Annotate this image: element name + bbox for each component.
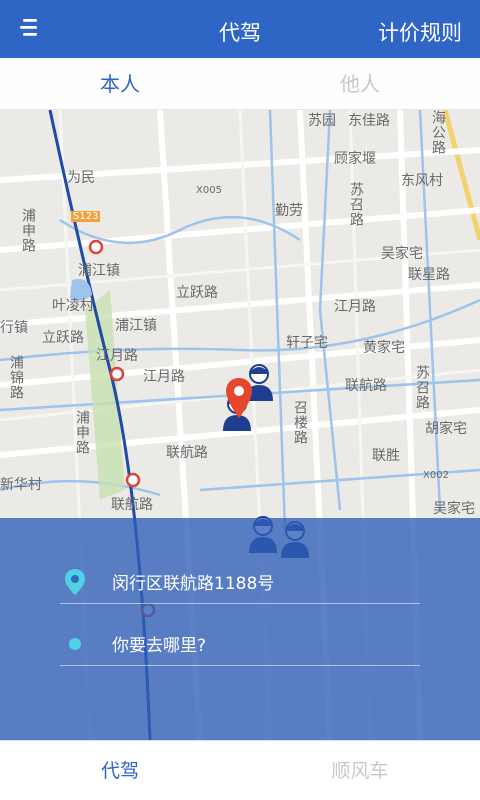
passenger-segment: 本人 他人	[0, 58, 480, 110]
tab-others[interactable]: 他人	[240, 58, 480, 109]
menu-button[interactable]	[14, 16, 50, 42]
pricing-rules-link[interactable]: 计价规则	[378, 17, 462, 47]
tab-carpool[interactable]: 顺风车	[240, 741, 480, 800]
origin-address: 闵行区联航路1188号	[112, 574, 275, 594]
origin-field[interactable]: 闵行区联航路1188号	[60, 558, 420, 604]
menu-icon	[20, 19, 37, 36]
destination-dot-icon	[69, 638, 81, 650]
tab-self[interactable]: 本人	[0, 58, 240, 109]
bottom-tab-bar: 代驾 顺风车	[0, 740, 480, 800]
destination-field[interactable]: 你要去哪里?	[60, 620, 420, 666]
address-panel: 闵行区联航路1188号 你要去哪里?	[0, 518, 480, 740]
origin-pin-icon	[65, 569, 85, 595]
app-header: 代驾 计价规则	[0, 0, 480, 58]
tab-designated-driver[interactable]: 代驾	[0, 741, 240, 800]
location-pin-icon	[226, 378, 252, 418]
destination-placeholder: 你要去哪里?	[112, 636, 207, 656]
